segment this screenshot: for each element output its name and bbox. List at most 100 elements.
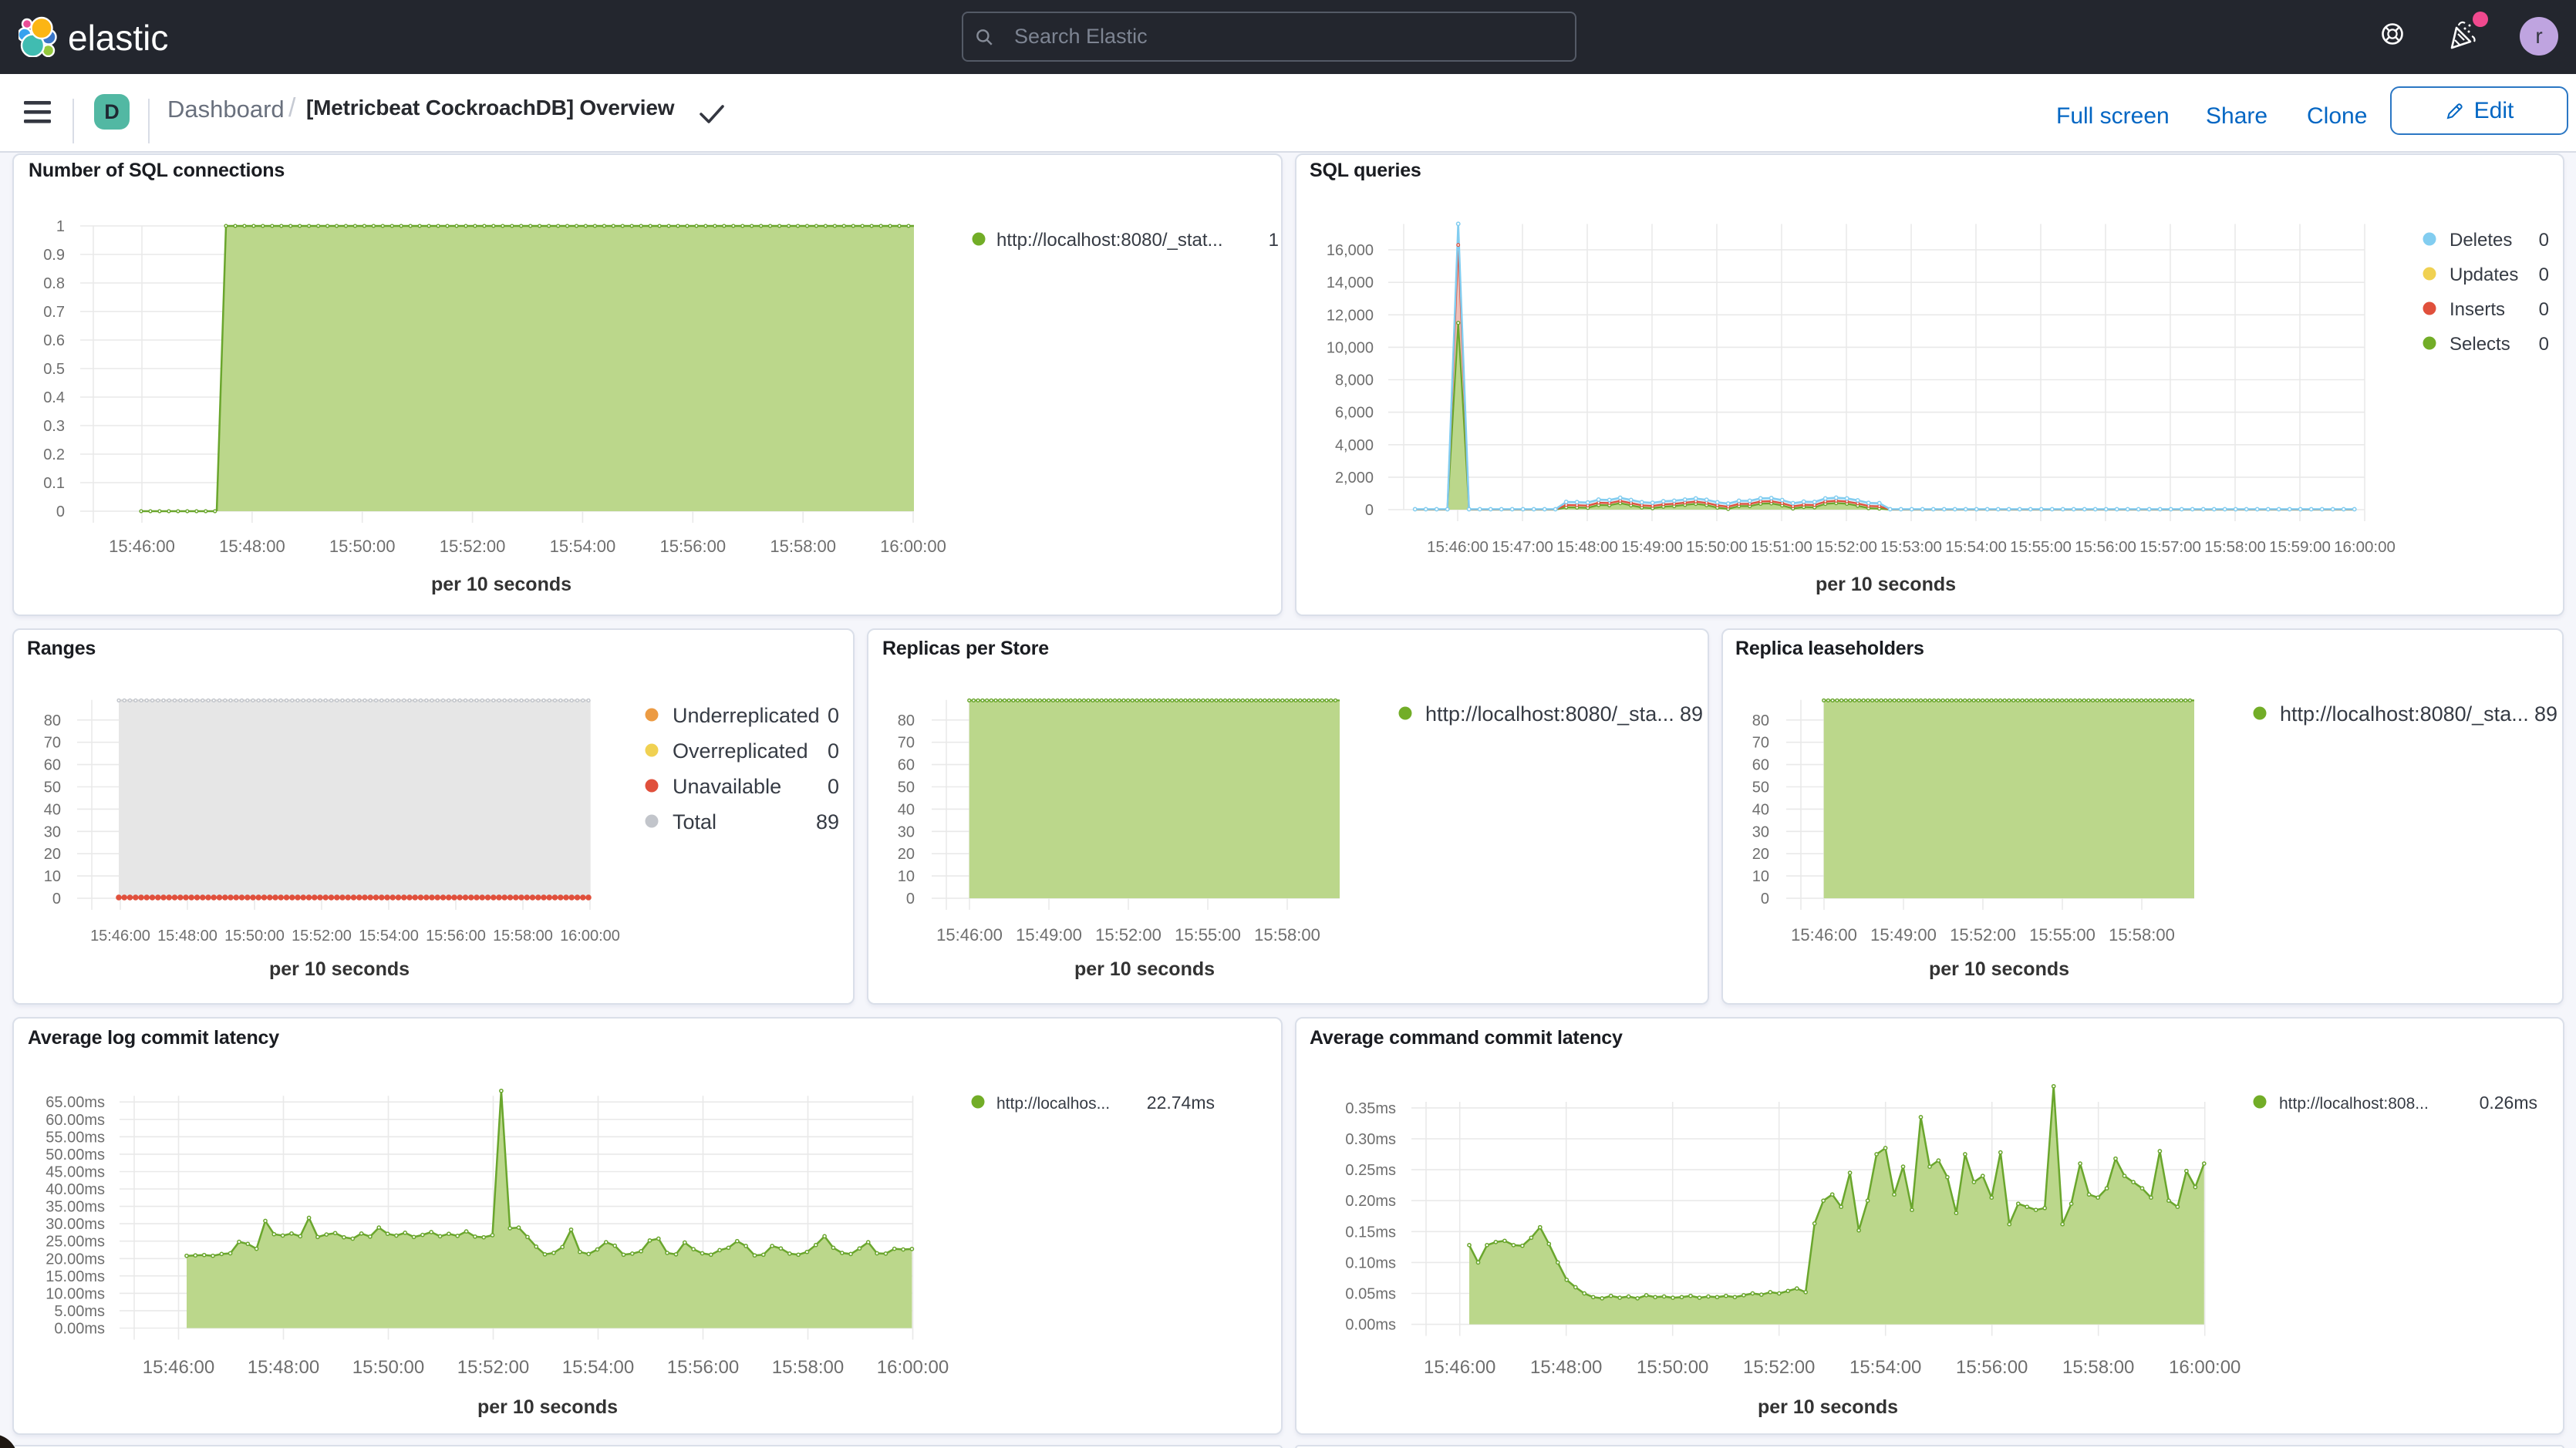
svg-text:15:52:00: 15:52:00	[1095, 925, 1162, 945]
svg-text:15:57:00: 15:57:00	[2139, 538, 2201, 556]
svg-text:0.00ms: 0.00ms	[1345, 1317, 1396, 1334]
svg-text:15:48:00: 15:48:00	[1556, 538, 1618, 556]
svg-text:15:56:00: 15:56:00	[2075, 538, 2136, 556]
svg-text:20.00ms: 20.00ms	[46, 1251, 105, 1268]
svg-text:30.00ms: 30.00ms	[46, 1216, 105, 1233]
svg-text:0.30ms: 0.30ms	[1345, 1131, 1396, 1148]
svg-text:15:52:00: 15:52:00	[1816, 538, 1877, 556]
svg-text:0.26ms: 0.26ms	[2480, 1093, 2537, 1113]
svg-text:60: 60	[44, 757, 61, 774]
svg-text:40: 40	[1752, 801, 1769, 818]
svg-text:40.00ms: 40.00ms	[46, 1181, 105, 1198]
svg-text:16:00:00: 16:00:00	[877, 1357, 949, 1378]
svg-text:15:46:00: 15:46:00	[90, 928, 150, 945]
svg-text:0.4: 0.4	[43, 389, 65, 406]
svg-text:per 10 seconds: per 10 seconds	[477, 1396, 618, 1418]
svg-text:80: 80	[898, 712, 915, 729]
svg-text:1: 1	[56, 218, 65, 235]
svg-text:15:46:00: 15:46:00	[143, 1357, 214, 1378]
svg-text:35.00ms: 35.00ms	[46, 1199, 105, 1216]
svg-text:0.35ms: 0.35ms	[1345, 1100, 1396, 1117]
svg-text:16:00:00: 16:00:00	[560, 928, 620, 945]
svg-text:50: 50	[1752, 780, 1769, 796]
svg-text:65.00ms: 65.00ms	[46, 1094, 105, 1111]
svg-text:89: 89	[1680, 702, 1703, 726]
svg-text:1: 1	[1269, 230, 1279, 251]
svg-text:per 10 seconds: per 10 seconds	[1929, 958, 2069, 980]
svg-text:15:59:00: 15:59:00	[2269, 538, 2331, 556]
svg-text:15:46:00: 15:46:00	[1791, 925, 1857, 945]
svg-text:15:58:00: 15:58:00	[772, 1357, 844, 1378]
svg-text:Unavailable: Unavailable	[673, 775, 781, 798]
svg-text:10: 10	[898, 868, 915, 885]
svg-text:0.20ms: 0.20ms	[1345, 1193, 1396, 1210]
svg-text:15:50:00: 15:50:00	[329, 537, 396, 556]
svg-text:10,000: 10,000	[1327, 339, 1374, 356]
svg-text:0.9: 0.9	[43, 247, 65, 264]
svg-text:15:54:00: 15:54:00	[1849, 1357, 1921, 1378]
svg-text:http://localhost:8080/_sta...: http://localhost:8080/_sta...	[2280, 702, 2529, 726]
svg-text:16:00:00: 16:00:00	[2334, 538, 2396, 556]
svg-text:15:56:00: 15:56:00	[1956, 1357, 2028, 1378]
svg-text:15:49:00: 15:49:00	[1870, 925, 1937, 945]
svg-text:50: 50	[44, 780, 61, 796]
svg-text:15:56:00: 15:56:00	[667, 1357, 739, 1378]
svg-text:0.15ms: 0.15ms	[1345, 1224, 1396, 1241]
svg-text:4,000: 4,000	[1335, 437, 1374, 454]
svg-text:6,000: 6,000	[1335, 405, 1374, 422]
svg-text:per 10 seconds: per 10 seconds	[1758, 1396, 1898, 1418]
svg-text:per 10 seconds: per 10 seconds	[431, 574, 572, 595]
svg-text:15:55:00: 15:55:00	[2029, 925, 2096, 945]
svg-text:15:52:00: 15:52:00	[292, 928, 352, 945]
svg-text:0.6: 0.6	[43, 332, 65, 349]
svg-text:30: 30	[1752, 823, 1769, 840]
svg-text:80: 80	[44, 712, 61, 729]
svg-text:15:54:00: 15:54:00	[1945, 538, 2007, 556]
svg-text:15:48:00: 15:48:00	[1530, 1357, 1602, 1378]
svg-text:15:49:00: 15:49:00	[1621, 538, 1683, 556]
svg-text:60: 60	[1752, 757, 1769, 774]
svg-text:16,000: 16,000	[1327, 242, 1374, 259]
svg-text:60: 60	[898, 757, 915, 774]
svg-text:Underreplicated: Underreplicated	[673, 704, 820, 727]
svg-text:22.74ms: 22.74ms	[1147, 1093, 1215, 1113]
svg-text:15:52:00: 15:52:00	[1950, 925, 2016, 945]
svg-text:30: 30	[44, 823, 61, 840]
svg-text:15:58:00: 15:58:00	[2109, 925, 2175, 945]
svg-text:15:53:00: 15:53:00	[1880, 538, 1942, 556]
svg-text:15:56:00: 15:56:00	[659, 537, 726, 556]
svg-text:0: 0	[1761, 891, 1769, 908]
svg-text:0: 0	[828, 775, 839, 798]
svg-text:0: 0	[1365, 502, 1374, 519]
svg-text:15:50:00: 15:50:00	[224, 928, 285, 945]
svg-text:2,000: 2,000	[1335, 470, 1374, 487]
svg-text:20: 20	[898, 846, 915, 863]
svg-text:0.7: 0.7	[43, 304, 65, 321]
svg-text:80: 80	[1752, 712, 1769, 729]
svg-text:15:52:00: 15:52:00	[457, 1357, 529, 1378]
svg-text:15:52:00: 15:52:00	[1743, 1357, 1815, 1378]
svg-text:Updates: Updates	[2450, 264, 2518, 285]
svg-text:16:00:00: 16:00:00	[2169, 1357, 2241, 1378]
svg-text:15:58:00: 15:58:00	[493, 928, 553, 945]
svg-text:15.00ms: 15.00ms	[46, 1268, 105, 1285]
svg-text:per 10 seconds: per 10 seconds	[269, 958, 410, 980]
svg-text:0: 0	[906, 891, 915, 908]
svg-text:5.00ms: 5.00ms	[54, 1303, 105, 1320]
svg-text:55.00ms: 55.00ms	[46, 1129, 105, 1146]
svg-text:50: 50	[898, 780, 915, 796]
svg-text:0: 0	[52, 891, 61, 908]
svg-text:http://localhos...: http://localhos...	[996, 1095, 1110, 1113]
svg-text:15:55:00: 15:55:00	[1175, 925, 1241, 945]
svg-text:0.8: 0.8	[43, 275, 65, 292]
svg-text:0.00ms: 0.00ms	[54, 1321, 105, 1338]
svg-text:15:58:00: 15:58:00	[1254, 925, 1320, 945]
svg-text:10: 10	[44, 868, 61, 885]
svg-text:89: 89	[816, 810, 839, 833]
svg-text:8,000: 8,000	[1335, 372, 1374, 389]
svg-text:70: 70	[898, 735, 915, 752]
svg-text:20: 20	[1752, 846, 1769, 863]
svg-text:15:54:00: 15:54:00	[550, 537, 616, 556]
svg-text:15:54:00: 15:54:00	[359, 928, 419, 945]
svg-text:15:51:00: 15:51:00	[1751, 538, 1812, 556]
